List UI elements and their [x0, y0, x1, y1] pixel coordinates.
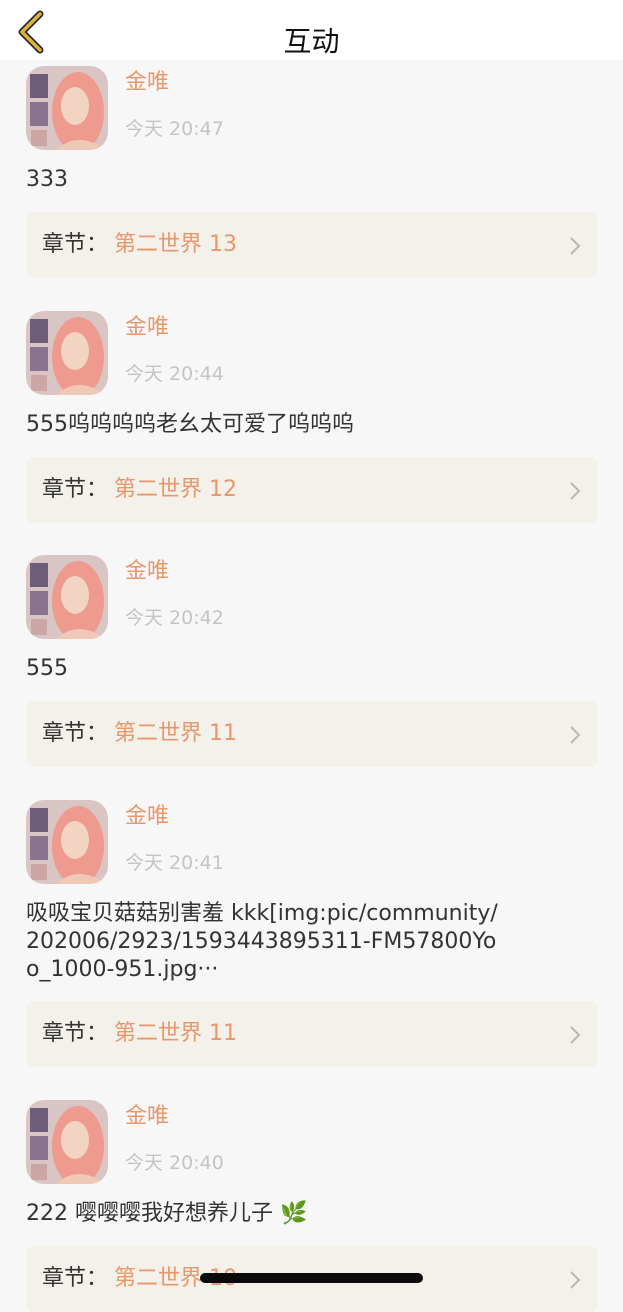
avatar[interactable] — [26, 800, 108, 884]
comment-feed: 金唯 今天 20:47 333 章节： 第二世界 13 金唯 今天 20:44 — [0, 0, 623, 1312]
post-time: 今天 20:44 — [125, 363, 224, 385]
user-name[interactable]: 金唯 — [125, 557, 169, 587]
chapter-link[interactable]: 章节： 第二世界 11 — [26, 701, 598, 767]
chapter-link[interactable]: 章节： 第二世界 12 — [26, 457, 598, 523]
chapter-link[interactable]: 章节： 第二世界 11 — [26, 1001, 598, 1067]
chapter-label: 章节： — [42, 232, 109, 257]
chapter-name: 第二世界 12 — [114, 477, 237, 502]
post-time: 今天 20:40 — [125, 1152, 224, 1174]
user-name[interactable]: 金唯 — [125, 313, 169, 343]
comment-text: 333 — [26, 167, 68, 192]
chevron-right-icon — [570, 1026, 581, 1044]
user-name[interactable]: 金唯 — [125, 68, 169, 98]
chevron-right-icon — [570, 482, 581, 500]
page-title: 互动 — [283, 25, 340, 58]
chevron-right-icon — [570, 237, 581, 255]
comment-text: 222 嘤嘤嘤我好想养儿子 🌿 — [26, 1201, 308, 1226]
chevron-right-icon — [570, 726, 581, 744]
user-name[interactable]: 金唯 — [125, 802, 169, 832]
avatar[interactable] — [26, 1100, 108, 1184]
avatar[interactable] — [26, 311, 108, 395]
avatar[interactable] — [26, 555, 108, 639]
home-indicator[interactable] — [200, 1273, 423, 1283]
post-time: 今天 20:42 — [125, 607, 224, 629]
chapter-label: 章节： — [42, 1021, 109, 1046]
chapter-label: 章节： — [42, 1266, 109, 1291]
post-time: 今天 20:41 — [125, 852, 224, 874]
post-time: 今天 20:47 — [125, 118, 224, 140]
chapter-link[interactable]: 章节： 第二世界 13 — [26, 212, 598, 278]
chapter-label: 章节： — [42, 477, 109, 502]
avatar[interactable] — [26, 66, 108, 150]
chapter-name: 第二世界 11 — [114, 721, 237, 746]
chapter-name: 第二世界 11 — [114, 1021, 237, 1046]
nav-header: 互动 — [0, 0, 623, 60]
user-name[interactable]: 金唯 — [125, 1102, 169, 1132]
chapter-name: 第二世界 13 — [114, 232, 237, 257]
comment-text: 吸吸宝贝菇菇别害羞 kkk[img:pic/community/202006/2… — [26, 901, 498, 982]
comment-text: 555 — [26, 656, 68, 681]
chapter-label: 章节： — [42, 721, 109, 746]
comment-text: 555呜呜呜呜老幺太可爱了呜呜呜 — [26, 412, 354, 437]
chevron-right-icon — [570, 1271, 581, 1289]
